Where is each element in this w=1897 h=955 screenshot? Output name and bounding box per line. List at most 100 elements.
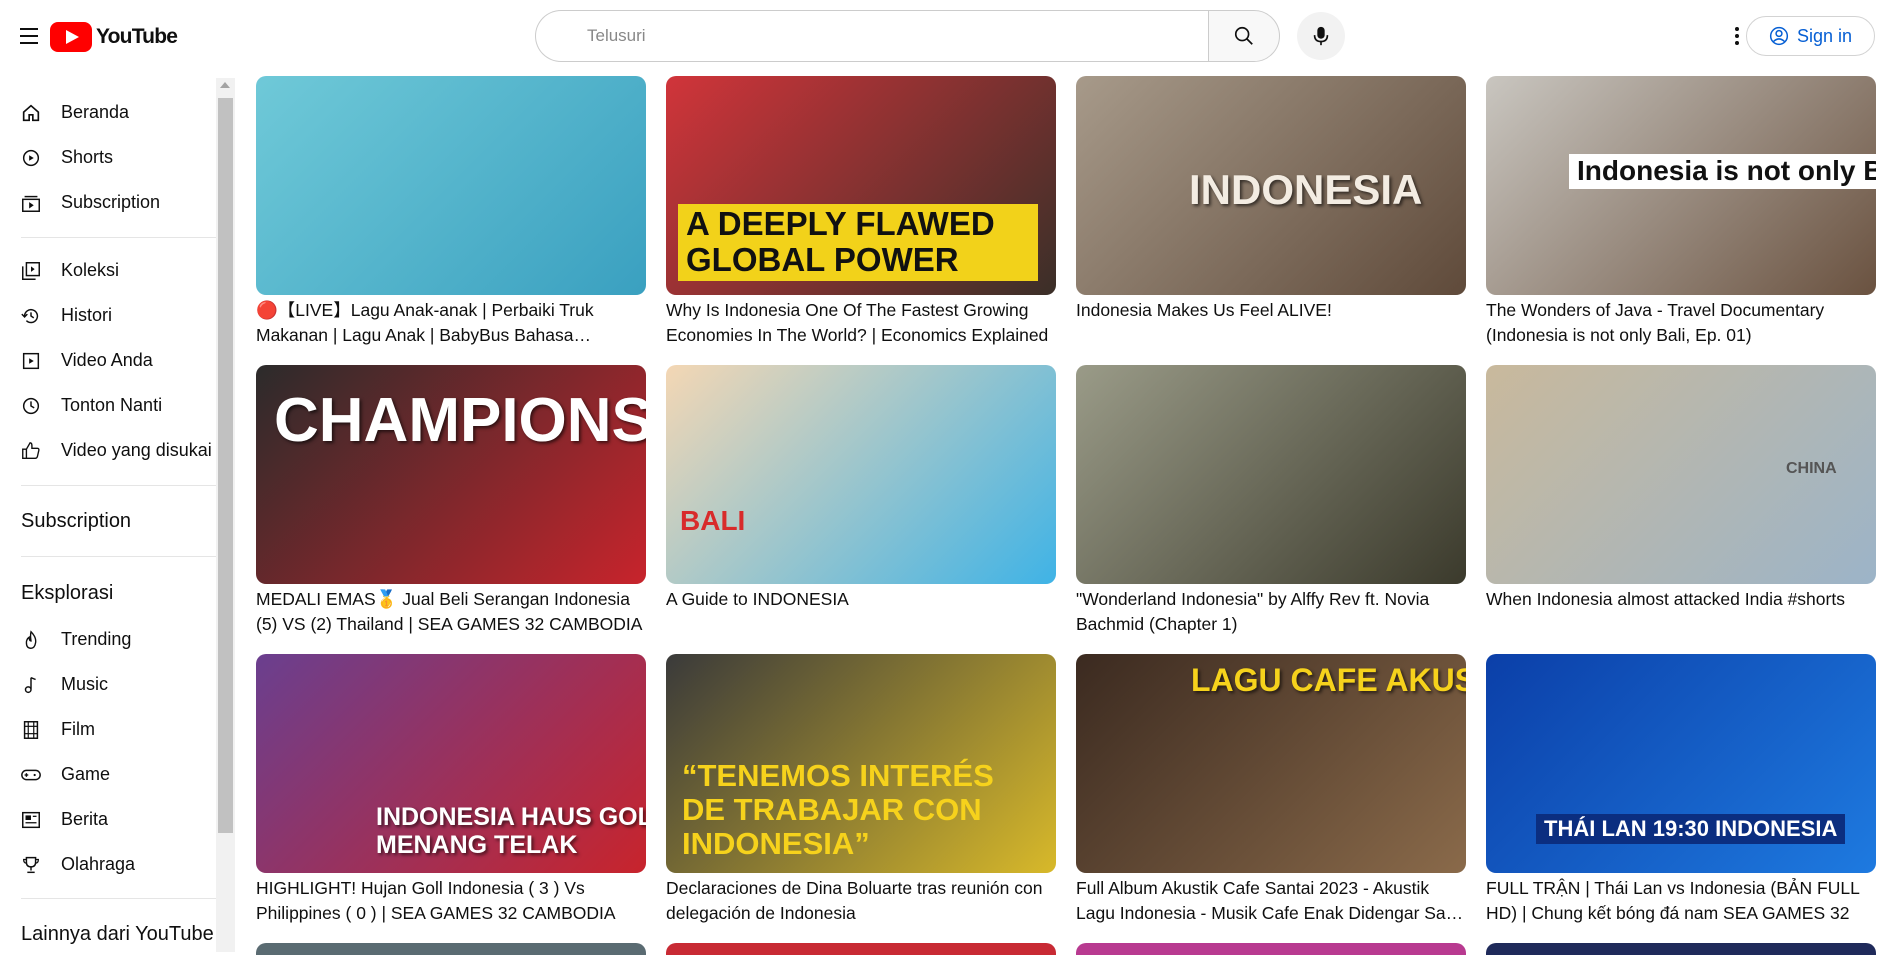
top-bar: YouTube Sign in bbox=[0, 0, 1897, 72]
sign-in-button[interactable]: Sign in bbox=[1746, 16, 1875, 56]
sidebar-item-label: Berita bbox=[61, 809, 109, 829]
film-icon bbox=[20, 719, 42, 741]
search-input[interactable] bbox=[587, 26, 1188, 46]
video-thumbnail[interactable]: INDONESIA HAUS GOL! MENANG TELAK bbox=[256, 654, 646, 873]
partial-video-thumbnail[interactable] bbox=[666, 943, 1056, 955]
trending-icon bbox=[20, 629, 42, 651]
sidebar-item-tonton-nanti[interactable]: Tonton Nanti bbox=[0, 383, 216, 428]
video-thumbnail[interactable]: THÁI LAN 19:30 INDONESIA bbox=[1486, 654, 1876, 873]
video-title[interactable]: When Indonesia almost attacked India #sh… bbox=[1486, 587, 1876, 612]
sidebar-item-olahraga[interactable]: Olahraga bbox=[0, 842, 216, 887]
video-thumbnail[interactable]: BALI bbox=[666, 365, 1056, 584]
sidebar-item-video-yang-disukai[interactable]: Video yang disukai bbox=[0, 428, 216, 473]
subscription-heading: Subscription bbox=[21, 510, 132, 532]
video-title[interactable]: The Wonders of Java - Travel Documentary… bbox=[1486, 298, 1876, 348]
account-icon bbox=[1769, 26, 1789, 46]
video-card[interactable]: THÁI LAN 19:30 INDONESIA FULL TRẬN | Thái… bbox=[1486, 654, 1876, 926]
video-thumbnail[interactable]: CHAMPIONS!!! bbox=[256, 365, 646, 584]
sidebar-item-label: Video yang disukai bbox=[61, 440, 212, 460]
partial-video-thumbnail[interactable] bbox=[256, 943, 646, 955]
video-title[interactable]: A Guide to INDONESIA bbox=[666, 587, 1056, 612]
shorts-icon bbox=[20, 147, 42, 169]
sidebar-item-label: Histori bbox=[61, 305, 113, 325]
video-card[interactable]: INDONESIA HAUS GOL! MENANG TELAK HIGHLIGH… bbox=[256, 654, 646, 926]
thumbnail-text: CHAMPIONS!!! bbox=[274, 386, 646, 455]
video-card[interactable]: A DEEPLY FLAWED GLOBAL POWER Why Is Indon… bbox=[666, 76, 1056, 348]
sidebar-divider bbox=[21, 898, 216, 899]
hamburger-menu-icon[interactable] bbox=[16, 20, 44, 52]
video-card[interactable]: Indonesia is not only Bali The Wonders of… bbox=[1486, 76, 1876, 348]
video-card[interactable]: CHINA When Indonesia almost attacked Indi… bbox=[1486, 365, 1876, 612]
search-icon bbox=[1234, 26, 1253, 45]
scrollbar-thumb[interactable] bbox=[218, 98, 233, 833]
video-thumbnail[interactable]: “TENEMOS INTERÉS DE TRABAJAR CON INDONES… bbox=[666, 654, 1056, 873]
youtube-play-icon bbox=[50, 22, 92, 52]
video-title[interactable]: Full Album Akustik Cafe Santai 2023 - Ak… bbox=[1076, 876, 1466, 926]
video-thumbnail[interactable]: CHINA bbox=[1486, 365, 1876, 584]
home-icon bbox=[20, 102, 42, 124]
video-thumbnail[interactable]: Indonesia is not only Bali bbox=[1486, 76, 1876, 295]
thumbnail-text: THÁI LAN 19:30 INDONESIA bbox=[1536, 814, 1846, 844]
sidebar-item-label: Olahraga bbox=[61, 854, 136, 874]
sidebar-item-trending[interactable]: Trending bbox=[0, 617, 216, 662]
sidebar-item-music[interactable]: Music bbox=[0, 662, 216, 707]
video-title[interactable]: "Wonderland Indonesia" by Alffy Rev ft. … bbox=[1076, 587, 1466, 637]
settings-kebab-icon[interactable] bbox=[1727, 22, 1747, 50]
sidebar-item-label: Koleksi bbox=[61, 260, 120, 280]
video-thumbnail[interactable]: LAGU CAFE AKUSTIK bbox=[1076, 654, 1466, 873]
sidebar: Beranda Shorts Subscription Koleksi Hist… bbox=[0, 78, 216, 952]
sidebar-divider bbox=[21, 237, 216, 238]
video-title[interactable]: Why Is Indonesia One Of The Fastest Grow… bbox=[666, 298, 1056, 348]
video-title[interactable]: Declaraciones de Dina Boluarte tras reun… bbox=[666, 876, 1056, 926]
sidebar-item-koleksi[interactable]: Koleksi bbox=[0, 248, 216, 293]
partial-video-thumbnail[interactable] bbox=[1486, 943, 1876, 955]
video-title[interactable]: MEDALI EMAS🥇 Jual Beli Serangan Indonesi… bbox=[256, 587, 646, 637]
video-card[interactable]: 🔴【LIVE】Lagu Anak-anak | Perbaiki Truk Ma… bbox=[256, 76, 646, 348]
sidebar-item-label: Video Anda bbox=[61, 350, 153, 370]
sidebar-item-label: Film bbox=[61, 719, 95, 739]
sidebar-item-histori[interactable]: Histori bbox=[0, 293, 216, 338]
video-title[interactable]: HIGHLIGHT! Hujan Goll Indonesia ( 3 ) Vs… bbox=[256, 876, 646, 926]
sidebar-item-berita[interactable]: Berita bbox=[0, 797, 216, 842]
video-title[interactable]: Indonesia Makes Us Feel ALIVE! bbox=[1076, 298, 1466, 323]
video-card[interactable]: INDONESIA Indonesia Makes Us Feel ALIVE! bbox=[1076, 76, 1466, 323]
video-thumbnail[interactable]: A DEEPLY FLAWED GLOBAL POWER bbox=[666, 76, 1056, 295]
video-thumbnail[interactable] bbox=[256, 76, 646, 295]
sidebar-item-game[interactable]: Game bbox=[0, 752, 216, 797]
search-button[interactable] bbox=[1208, 10, 1280, 62]
music-icon bbox=[20, 674, 42, 696]
sidebar-item-label: Music bbox=[61, 674, 109, 694]
sidebar-item-subscription[interactable]: Subscription bbox=[0, 180, 216, 225]
sidebar-divider bbox=[21, 485, 216, 486]
voice-search-button[interactable] bbox=[1297, 12, 1345, 60]
video-card[interactable]: "Wonderland Indonesia" by Alffy Rev ft. … bbox=[1076, 365, 1466, 637]
video-card[interactable]: LAGU CAFE AKUSTIK Full Album Akustik Cafe… bbox=[1076, 654, 1466, 926]
video-title[interactable]: FULL TRẬN | Thái Lan vs Indonesia (BẢN F… bbox=[1486, 876, 1876, 926]
sidebar-item-film[interactable]: Film bbox=[0, 707, 216, 752]
video-thumbnail[interactable] bbox=[1076, 365, 1466, 584]
partial-video-thumbnail[interactable] bbox=[1076, 943, 1466, 955]
thumbnail-text: CHINA bbox=[1786, 460, 1837, 477]
sidebar-scrollbar[interactable] bbox=[216, 78, 235, 952]
thumbnail-text: INDONESIA HAUS GOL! MENANG TELAK bbox=[376, 803, 646, 859]
video-card[interactable]: CHAMPIONS!!! MEDALI EMAS🥇 Jual Beli Seran… bbox=[256, 365, 646, 637]
sidebar-item-label: Tonton Nanti bbox=[61, 395, 163, 415]
search-box[interactable] bbox=[535, 10, 1208, 62]
youtube-logo[interactable]: YouTube bbox=[50, 22, 178, 52]
sidebar-item-shorts[interactable]: Shorts bbox=[0, 135, 216, 180]
sidebar-item-label: Game bbox=[61, 764, 111, 784]
explore-heading: Eksplorasi bbox=[21, 582, 114, 604]
sidebar-item-label: Shorts bbox=[61, 147, 114, 167]
video-thumbnail[interactable]: INDONESIA bbox=[1076, 76, 1466, 295]
thumbnail-text: A DEEPLY FLAWED GLOBAL POWER bbox=[678, 204, 1038, 281]
sidebar-item-beranda[interactable]: Beranda bbox=[0, 90, 216, 135]
sidebar-item-video-anda[interactable]: Video Anda bbox=[0, 338, 216, 383]
game-icon bbox=[20, 764, 42, 786]
video-card[interactable]: BALI A Guide to INDONESIA bbox=[666, 365, 1056, 612]
sidebar-item-label: Beranda bbox=[61, 102, 130, 122]
sidebar-item-label: Subscription bbox=[61, 192, 161, 212]
video-title[interactable]: 🔴【LIVE】Lagu Anak-anak | Perbaiki Truk Ma… bbox=[256, 298, 646, 348]
microphone-icon bbox=[1313, 26, 1329, 46]
scroll-up-arrow-icon[interactable] bbox=[220, 82, 230, 88]
video-card[interactable]: “TENEMOS INTERÉS DE TRABAJAR CON INDONES… bbox=[666, 654, 1056, 926]
